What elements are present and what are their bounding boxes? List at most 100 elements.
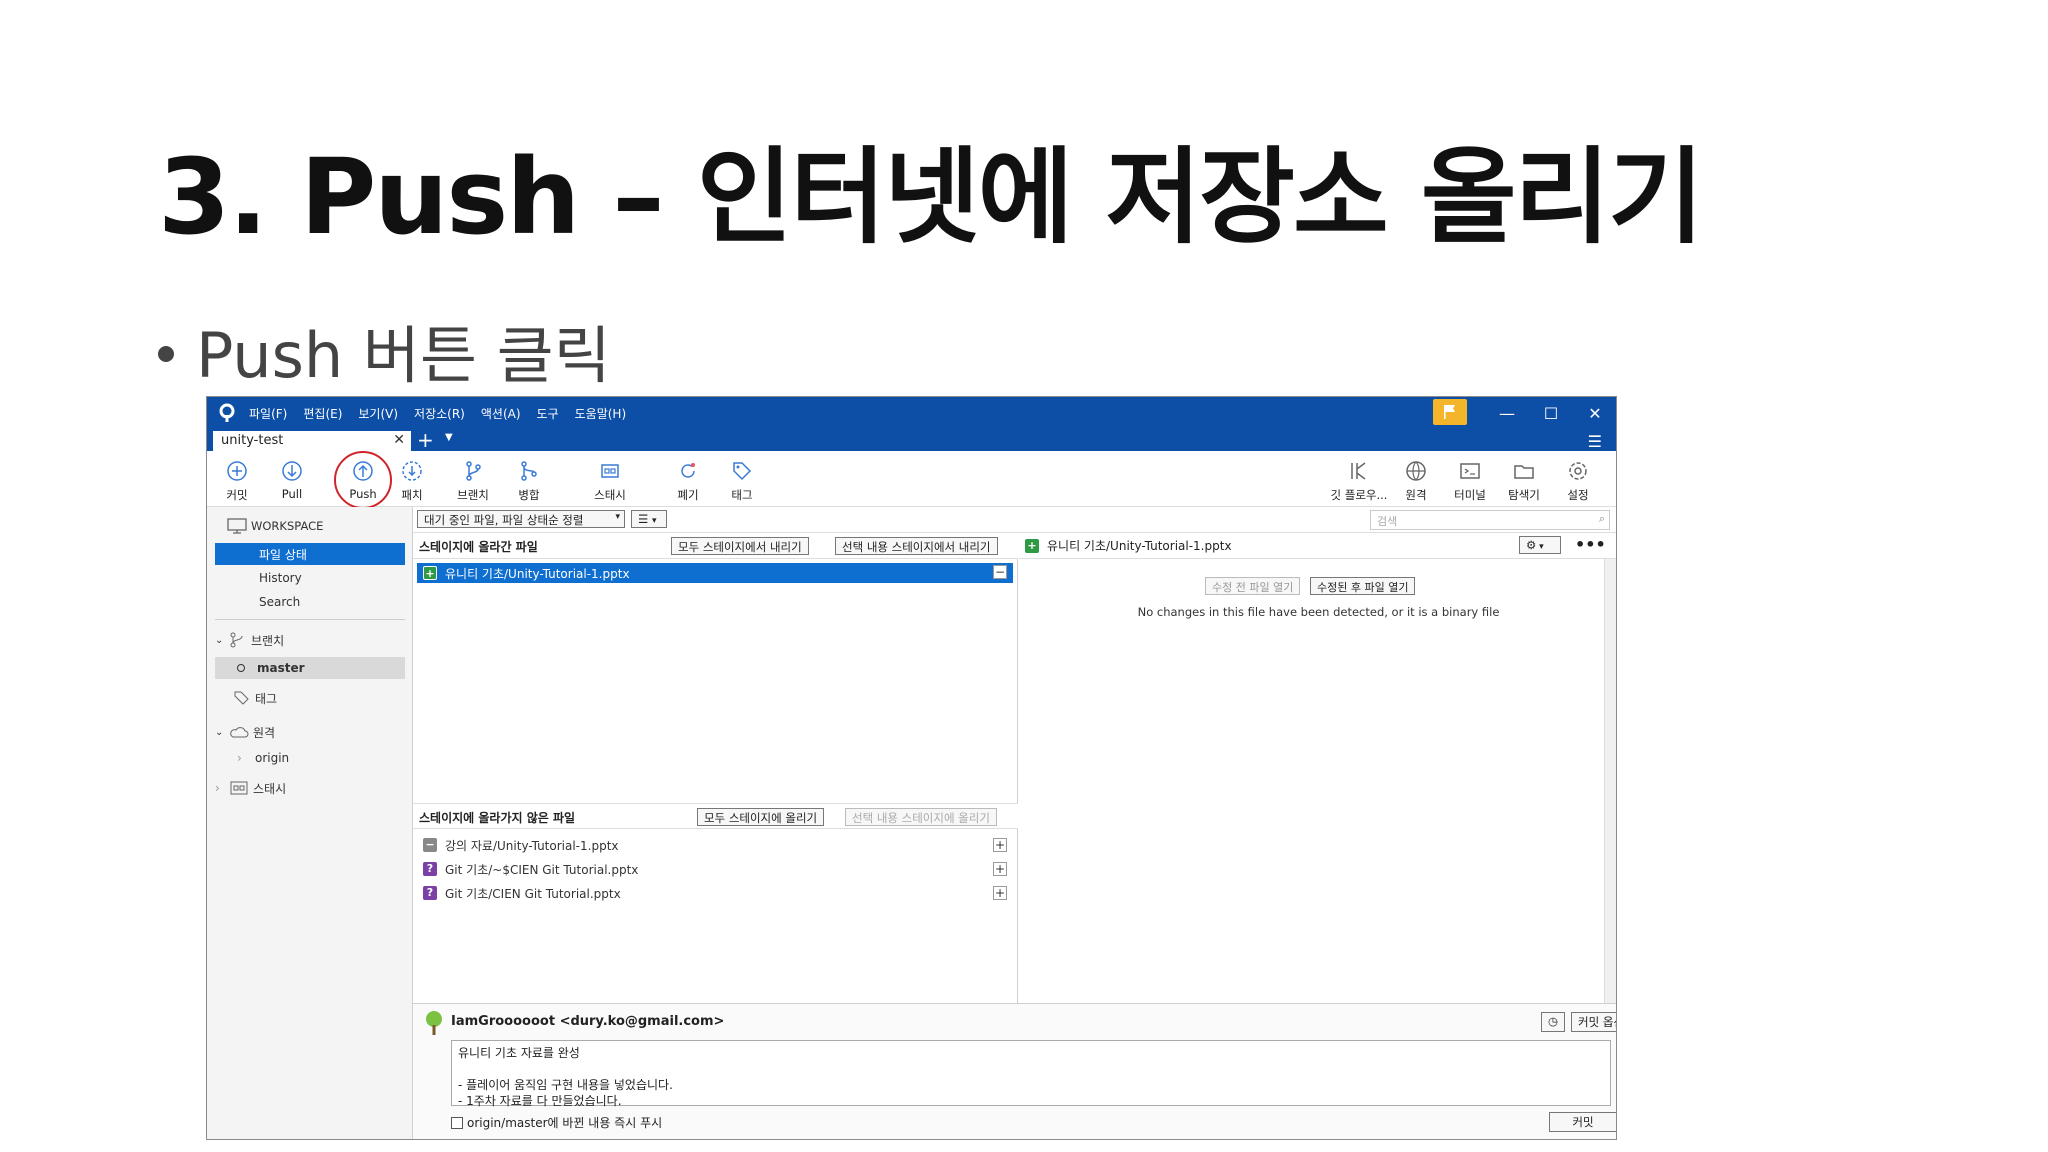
push-immediately-label: origin/master에 바뀐 내용 즉시 푸시 [467, 1116, 663, 1130]
sidebar-section-tags[interactable]: 태그 [215, 687, 405, 709]
menu-tools[interactable]: 도구 [537, 405, 559, 422]
menu-help[interactable]: 도움말(H) [575, 405, 627, 422]
slide-bullet: Push 버튼 클릭 [158, 305, 611, 395]
hamburger-menu-icon[interactable]: ☰ [1588, 432, 1602, 451]
untracked-file-icon: ? [423, 862, 437, 876]
tab-label: unity-test [221, 433, 284, 448]
added-file-icon: + [423, 566, 437, 580]
search-label: Search [259, 595, 301, 609]
chevron-down-icon: ▾ [1536, 542, 1544, 552]
more-options-icon[interactable]: ••• [1575, 535, 1606, 554]
stage-all-button[interactable]: 모두 스테이지에 올리기 [697, 808, 825, 826]
tab-close-icon[interactable]: ✕ [393, 432, 405, 448]
staged-file-path: 유니티 기초/Unity-Tutorial-1.pptx [445, 566, 630, 581]
pull-label: Pull [281, 487, 303, 501]
globe-icon [1406, 461, 1426, 481]
monitor-icon [227, 518, 247, 534]
open-before-button[interactable]: 수정 전 파일 열기 [1205, 577, 1301, 595]
commit-label: 커밋 [226, 488, 248, 502]
push-highlight-circle [334, 451, 392, 509]
maximize-icon: ☐ [1543, 403, 1559, 423]
sidebar-item-file-status[interactable]: 파일 상태 [215, 543, 405, 565]
menu-repository[interactable]: 저장소(R) [414, 405, 465, 422]
remote-button[interactable]: 원격 [1391, 459, 1441, 503]
git-flow-button[interactable]: 깃 플로우... [1329, 459, 1389, 503]
explorer-button[interactable]: 탐색기 [1499, 459, 1549, 503]
open-after-button[interactable]: 수정된 후 파일 열기 [1310, 577, 1416, 595]
untracked-file-icon: ? [423, 886, 437, 900]
search-input[interactable]: 검색 ⌕ [1370, 510, 1610, 530]
staged-file-row[interactable]: + 유니티 기초/Unity-Tutorial-1.pptx − [417, 563, 1013, 583]
master-label: master [257, 661, 305, 675]
minimize-button[interactable]: — [1485, 397, 1529, 429]
commit-history-button[interactable]: ◷ [1541, 1012, 1565, 1032]
view-options-dropdown[interactable]: ☰ ▾ [631, 510, 667, 528]
menu-actions[interactable]: 액션(A) [481, 405, 521, 422]
diff-settings-dropdown[interactable]: ⚙ ▾ [1519, 536, 1561, 554]
maximize-button[interactable]: ☐ [1529, 397, 1573, 429]
file-status-label: 파일 상태 [259, 547, 307, 562]
new-tab-plus-icon[interactable]: + [417, 428, 434, 452]
merge-label: 병합 [518, 488, 540, 502]
push-immediately-checkbox[interactable] [451, 1116, 463, 1129]
unstage-file-minus-icon[interactable]: − [993, 565, 1007, 579]
menu-edit[interactable]: 편집(E) [303, 405, 342, 422]
sidebar-section-branches[interactable]: ⌄ 브랜치 [215, 629, 405, 651]
sidebar-item-master[interactable]: master [215, 657, 405, 679]
diff-scrollbar[interactable] [1604, 559, 1616, 1003]
commit-button[interactable]: 커밋 [212, 459, 262, 503]
sidebar-section-remotes[interactable]: ⌄ 원격 [215, 721, 405, 743]
diff-header: + 유니티 기초/Unity-Tutorial-1.pptx ⚙ ▾ ••• [1019, 533, 1616, 559]
chevron-down-icon: ⌄ [215, 726, 224, 738]
unstage-selected-button[interactable]: 선택 내용 스테이지에서 내리기 [835, 537, 998, 555]
sidebar-section-stashes[interactable]: › 스태시 [215, 777, 405, 799]
branch-icon [466, 461, 481, 481]
discard-label: 폐기 [677, 488, 699, 502]
sidebar-workspace-header: WORKSPACE [227, 515, 417, 537]
commit-submit-button[interactable]: 커밋 [1549, 1112, 1616, 1132]
git-flow-icon [1351, 462, 1366, 480]
sidebar: WORKSPACE 파일 상태 History Search ⌄ 브랜치 mas… [207, 507, 413, 1139]
git-flow-label: 깃 플로우... [1330, 488, 1388, 502]
stage-file-plus-icon[interactable]: + [993, 862, 1007, 876]
fetch-button[interactable]: 패치 [387, 459, 437, 503]
sidebar-item-history[interactable]: History [215, 567, 405, 589]
stage-selected-button[interactable]: 선택 내용 스테이지에 올리기 [845, 808, 997, 826]
branch-button[interactable]: 브랜치 [448, 459, 498, 503]
sidebar-item-search[interactable]: Search [215, 591, 405, 613]
menu-bar: 파일(F) 편집(E) 보기(V) 저장소(R) 액션(A) 도구 도움말(H) [249, 397, 626, 429]
stash-button[interactable]: 스태시 [585, 459, 635, 503]
sort-dropdown[interactable]: 대기 중인 파일, 파일 상태순 정렬 ▾ [417, 510, 625, 528]
stage-file-plus-icon[interactable]: + [993, 838, 1007, 852]
commit-message-input[interactable]: 유니티 기초 자료를 완성 - 플레이어 움직임 구현 내용을 넣었습니다. -… [451, 1040, 1611, 1108]
stash-box-icon [230, 781, 248, 795]
push-immediately-option[interactable]: origin/master에 바뀐 내용 즉시 푸시 [451, 1114, 662, 1131]
file-list-toolbar: 대기 중인 파일, 파일 상태순 정렬 ▾ ☰ ▾ 검색 ⌕ [413, 507, 1616, 533]
tab-unity-test[interactable]: unity-test ✕ [213, 431, 411, 451]
unstage-all-button[interactable]: 모두 스테이지에서 내리기 [671, 537, 809, 555]
slide-title: 3. Push – 인터넷에 저장소 올리기 [158, 136, 1704, 258]
unstaged-file-row[interactable]: ? Git 기초/CIEN Git Tutorial.pptx + [417, 883, 1013, 903]
tag-button[interactable]: 태그 [717, 459, 767, 503]
close-icon: ✕ [1588, 403, 1602, 423]
merge-button[interactable]: 병합 [504, 459, 554, 503]
discard-button[interactable]: 폐기 [663, 459, 713, 503]
flag-icon [1444, 405, 1455, 419]
sourcetree-window: 파일(F) 편집(E) 보기(V) 저장소(R) 액션(A) 도구 도움말(H)… [206, 396, 1617, 1140]
unstaged-file-row[interactable]: ? Git 기초/~$CIEN Git Tutorial.pptx + [417, 859, 1013, 879]
settings-button[interactable]: 설정 [1553, 459, 1603, 503]
bullet-dot [158, 345, 174, 362]
sidebar-item-origin[interactable]: › origin [215, 747, 405, 769]
tab-dropdown-chevron-icon[interactable]: ▼ [445, 432, 453, 443]
terminal-button[interactable]: 터미널 [1445, 459, 1495, 503]
unstaged-file-row[interactable]: − 강의 자료/Unity-Tutorial-1.pptx + [417, 835, 1013, 855]
stage-file-plus-icon[interactable]: + [993, 886, 1007, 900]
chevron-down-icon: ⌄ [215, 634, 224, 646]
unstaged-file-path: Git 기초/CIEN Git Tutorial.pptx [445, 886, 621, 901]
menu-file[interactable]: 파일(F) [249, 405, 287, 422]
commit-options-dropdown[interactable]: 커밋 옵션...▾ [1571, 1012, 1616, 1032]
notification-flag-button[interactable] [1433, 399, 1467, 425]
pull-button[interactable]: Pull [267, 459, 317, 501]
close-window-button[interactable]: ✕ [1573, 397, 1616, 429]
menu-view[interactable]: 보기(V) [358, 405, 398, 422]
